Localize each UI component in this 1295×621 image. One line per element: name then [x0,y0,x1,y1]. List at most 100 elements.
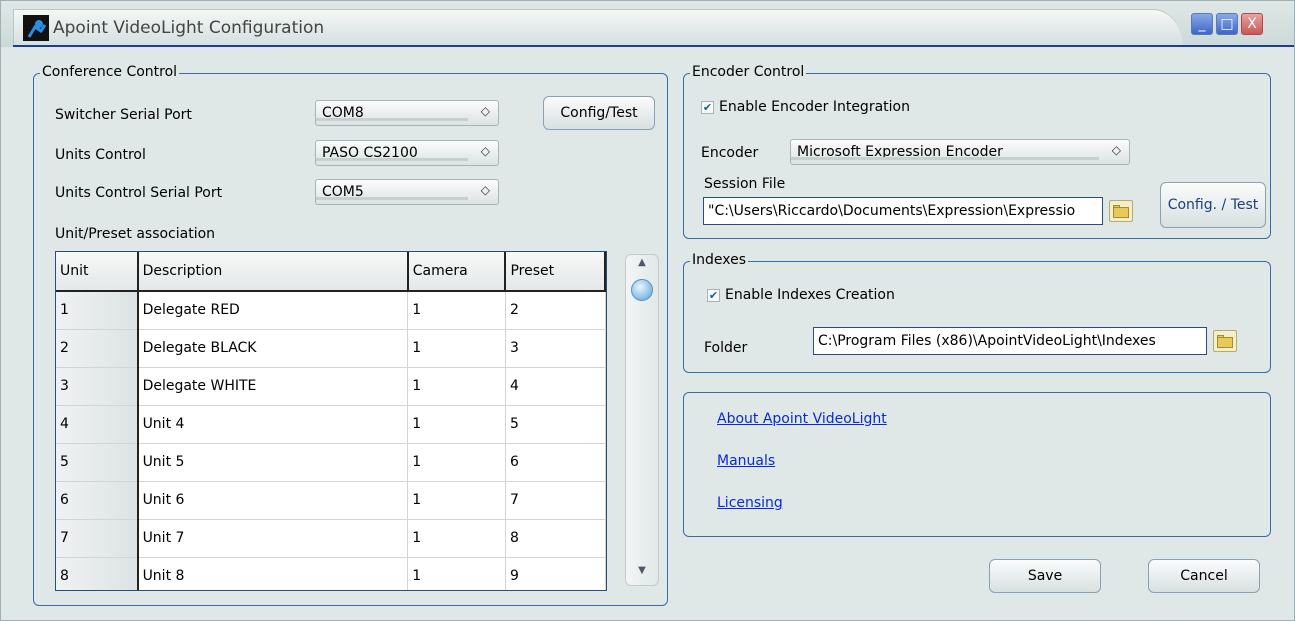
table-row[interactable]: 6 Unit 6 1 7 [56,481,606,520]
camera-cell[interactable]: 1 [407,481,506,520]
maximize-button[interactable]: □ [1216,13,1238,35]
window-title: Apoint VideoLight Configuration [53,18,325,38]
units-control-label: Units Control [55,147,146,163]
camera-cell[interactable]: 1 [407,443,506,482]
units-control-serial-port-label: Units Control Serial Port [55,185,223,201]
unit-cell[interactable]: 7 [56,519,139,558]
unit-cell[interactable]: 6 [56,481,139,520]
description-cell[interactable]: Unit 4 [137,405,409,444]
description-cell[interactable]: Unit 8 [137,557,409,590]
save-button-label: Save [1027,568,1063,584]
units-control-serial-port-select[interactable]: COM5 ◇ [315,179,499,205]
preset-cell[interactable]: 2 [505,291,606,330]
table-row[interactable]: 8 Unit 8 1 9 [56,557,606,590]
encoder-label: Encoder [701,145,759,161]
switcher-serial-port-select[interactable]: COM8 ◇ [315,100,499,126]
description-cell[interactable]: Unit 6 [137,481,409,520]
enable-encoder-label[interactable]: Enable Encoder Integration [719,99,910,115]
updown-arrow-icon: ◇ [480,144,490,158]
camera-cell[interactable]: 1 [407,367,506,406]
combo-track [316,197,468,200]
description-cell[interactable]: Delegate RED [137,291,409,330]
indexes-folder-input[interactable]: C:\Program Files (x86)\ApointVideoLight\… [813,327,1207,355]
preset-cell[interactable]: 7 [505,481,606,520]
enable-indexes-checkbox[interactable]: ✔ [707,289,720,302]
encoder-config-test-button[interactable]: Config. / Test [1160,182,1266,228]
description-cell[interactable]: Unit 5 [137,443,409,482]
unit-cell[interactable]: 3 [56,367,139,406]
unit-cell[interactable]: 8 [56,557,139,590]
unit-cell[interactable]: 1 [56,291,139,330]
camera-cell[interactable]: 1 [407,291,506,330]
checkmark-icon: ✔ [708,289,719,302]
unit-cell[interactable]: 5 [56,443,139,482]
units-control-select[interactable]: PASO CS2100 ◇ [315,140,499,166]
updown-arrow-icon: ◇ [480,104,490,118]
indexes-group: Indexes [683,252,1271,373]
title-bar[interactable]: Apoint VideoLight Configuration _ □ X [1,1,1294,47]
folder-label: Folder [704,340,748,356]
minimize-icon: _ [1198,16,1206,32]
camera-cell[interactable]: 1 [407,557,506,590]
unit-preset-grid[interactable]: Unit Description Camera Preset 1 Delegat… [55,251,607,591]
licensing-link[interactable]: Licensing [717,495,783,511]
table-row[interactable]: 4 Unit 4 1 5 [56,405,606,444]
unit-preset-table: Unit Description Camera Preset 1 Delegat… [56,252,606,590]
updown-arrow-icon: ◇ [480,183,490,197]
scroll-down-arrow-icon[interactable]: ▼ [629,565,655,583]
close-icon: X [1247,16,1257,32]
title-bar-underline [13,45,1294,47]
scroll-thumb[interactable] [631,279,653,301]
cancel-button-label: Cancel [1180,568,1228,584]
description-cell[interactable]: Delegate BLACK [137,329,409,368]
description-cell[interactable]: Unit 7 [137,519,409,558]
preset-cell[interactable]: 9 [505,557,606,590]
preset-cell[interactable]: 4 [505,367,606,406]
session-file-input[interactable]: "C:\Users\Riccardo\Documents\Expression\… [703,197,1103,225]
camera-cell[interactable]: 1 [407,329,506,368]
enable-encoder-checkbox[interactable]: ✔ [701,101,714,114]
scroll-up-arrow-icon[interactable]: ▲ [629,257,655,275]
session-file-label: Session File [704,176,786,192]
session-file-browse-button[interactable] [1109,200,1133,222]
maximize-icon: □ [1220,16,1234,32]
manuals-link[interactable]: Manuals [717,453,775,469]
column-header-camera[interactable]: Camera [407,252,507,292]
conference-config-test-button[interactable]: Config/Test [543,96,655,130]
cancel-button[interactable]: Cancel [1148,559,1260,593]
table-row[interactable]: 5 Unit 5 1 6 [56,443,606,482]
indexes-folder-browse-button[interactable] [1213,330,1237,352]
minimize-button[interactable]: _ [1191,13,1213,35]
preset-cell[interactable]: 8 [505,519,606,558]
description-cell[interactable]: Delegate WHITE [137,367,409,406]
switcher-serial-port-label: Switcher Serial Port [55,107,192,123]
updown-arrow-icon: ◇ [1111,143,1121,157]
save-button[interactable]: Save [989,559,1101,593]
camera-cell[interactable]: 1 [407,405,506,444]
column-header-preset[interactable]: Preset [505,252,606,292]
encoder-control-legend: Encoder Control [690,64,807,80]
encoder-select[interactable]: Microsoft Expression Encoder ◇ [790,139,1130,165]
column-header-unit[interactable]: Unit [56,252,139,292]
preset-cell[interactable]: 3 [505,329,606,368]
table-row[interactable]: 3 Delegate WHITE 1 4 [56,367,606,406]
preset-cell[interactable]: 6 [505,443,606,482]
grid-vertical-scrollbar[interactable]: ▲ ▼ [625,254,659,586]
unit-cell[interactable]: 4 [56,405,139,444]
unit-cell[interactable]: 2 [56,329,139,368]
camera-cell[interactable]: 1 [407,519,506,558]
table-row[interactable]: 1 Delegate RED 1 2 [56,291,606,330]
combo-track [316,118,468,121]
enable-indexes-label[interactable]: Enable Indexes Creation [725,287,895,303]
about-link[interactable]: About Apoint VideoLight [717,411,887,427]
column-header-description[interactable]: Description [137,252,409,292]
close-button[interactable]: X [1241,13,1263,35]
table-header-row: Unit Description Camera Preset [56,252,606,292]
table-row[interactable]: 2 Delegate BLACK 1 3 [56,329,606,368]
preset-cell[interactable]: 5 [505,405,606,444]
encoder-config-test-label: Config. / Test [1167,197,1259,213]
conference-control-legend: Conference Control [40,64,180,80]
indexes-legend: Indexes [690,252,749,268]
app-icon [23,15,49,41]
table-row[interactable]: 7 Unit 7 1 8 [56,519,606,558]
